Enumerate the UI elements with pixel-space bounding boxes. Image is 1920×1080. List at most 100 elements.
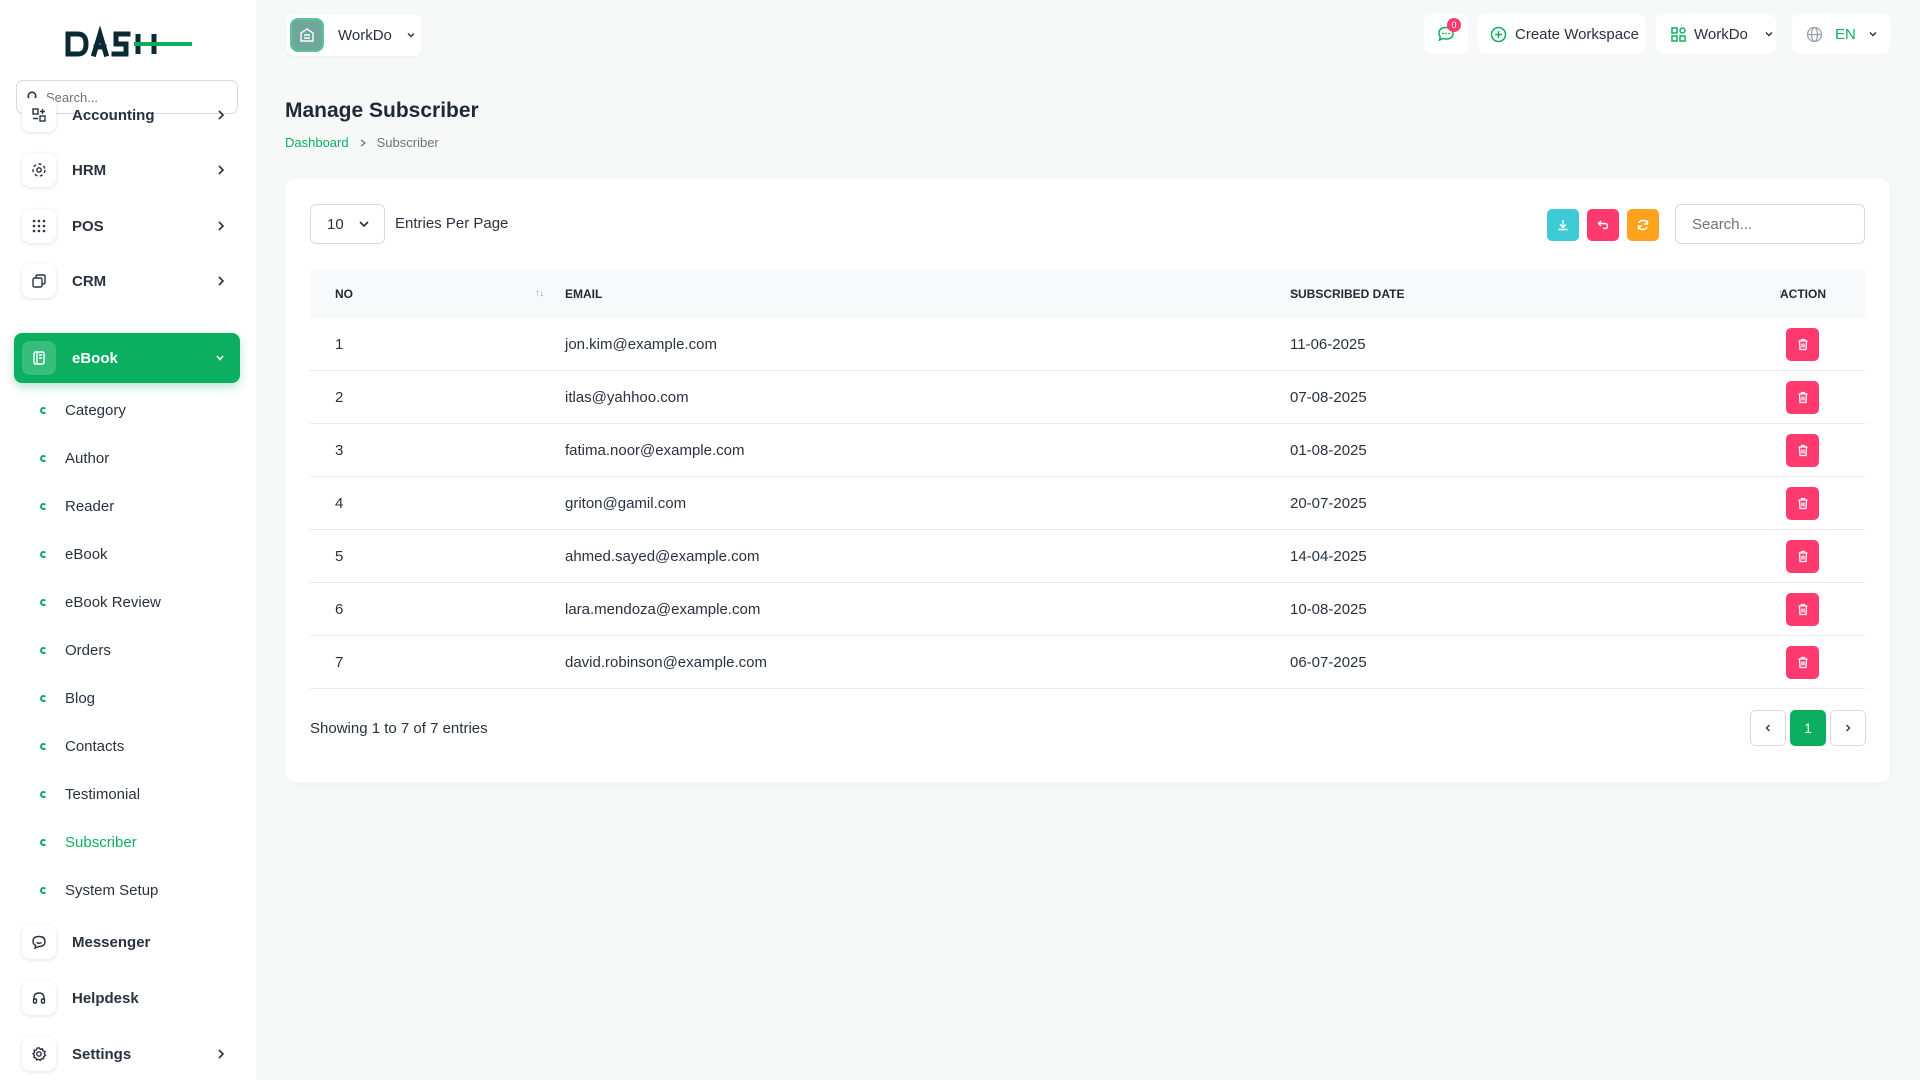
cell-email: david.robinson@example.com: [565, 636, 767, 688]
chevron-right-icon: [216, 219, 226, 233]
sidebar-subitem-system-setup[interactable]: System Setup: [40, 875, 240, 905]
sidebar-subitem-label: Testimonial: [65, 786, 140, 803]
cell-action: [1786, 530, 1819, 582]
sidebar-subitem-label: Category: [65, 402, 126, 419]
bullet-icon: [40, 503, 47, 510]
cell-subscribed-date: 20-07-2025: [1290, 477, 1367, 529]
delete-button[interactable]: [1786, 540, 1819, 573]
sidebar-subitem-label: Subscriber: [65, 834, 137, 851]
delete-button[interactable]: [1786, 381, 1819, 414]
trash-icon: [1797, 444, 1809, 457]
cell-email: jon.kim@example.com: [565, 318, 717, 370]
entries-per-page-select[interactable]: 10: [310, 204, 385, 244]
workspace-logo: [290, 18, 324, 52]
page-title: Manage Subscriber: [285, 99, 479, 123]
table-row: 7david.robinson@example.com06-07-2025: [310, 636, 1865, 689]
sidebar-subitem-label: Reader: [65, 498, 114, 515]
ebook-icon: [22, 341, 56, 375]
download-icon: [1556, 218, 1570, 232]
pagination-next-button[interactable]: [1830, 710, 1866, 746]
sidebar-subitem-category[interactable]: Category: [40, 395, 240, 425]
language-selector[interactable]: EN: [1792, 14, 1890, 54]
breadcrumb-current: Subscriber: [377, 135, 439, 150]
cell-email: itlas@yahhoo.com: [565, 371, 689, 423]
sidebar-subitem-subscriber[interactable]: Subscriber: [40, 827, 240, 857]
workspace-menu[interactable]: WorkDo: [1656, 14, 1776, 54]
pagination-prev-button[interactable]: [1750, 710, 1786, 746]
delete-button[interactable]: [1786, 434, 1819, 467]
table-row: 1jon.kim@example.com11-06-2025: [310, 318, 1865, 371]
delete-button[interactable]: [1786, 593, 1819, 626]
cell-email: griton@gamil.com: [565, 477, 686, 529]
sort-icon[interactable]: ↑↓: [535, 288, 543, 299]
sidebar-subitem-ebook[interactable]: eBook: [40, 539, 240, 569]
pagination-info: Showing 1 to 7 of 7 entries: [310, 720, 488, 737]
reset-button[interactable]: [1587, 209, 1619, 241]
bullet-icon: [40, 743, 47, 750]
dash-logo[interactable]: [64, 26, 194, 62]
sidebar-item-pos[interactable]: POS: [14, 201, 240, 251]
chevron-right-icon: [216, 274, 226, 288]
delete-button[interactable]: [1786, 646, 1819, 679]
trash-icon: [1797, 550, 1809, 563]
subscriber-table: NO ↑↓ EMAIL ↑↓ SUBSCRIBED DATE ↑↓ ACTION…: [310, 270, 1865, 689]
cell-action: [1786, 583, 1819, 635]
workspace-switcher[interactable]: WorkDo: [286, 14, 422, 56]
table-search-input[interactable]: [1675, 204, 1865, 244]
cell-action: [1786, 424, 1819, 476]
cell-action: [1786, 477, 1819, 529]
table-row: 5ahmed.sayed@example.com14-04-2025: [310, 530, 1865, 583]
sidebar-subitem-label: Contacts: [65, 738, 124, 755]
sidebar-subitem-blog[interactable]: Blog: [40, 683, 240, 713]
refresh-icon: [1636, 218, 1650, 232]
delete-button[interactable]: [1786, 487, 1819, 520]
sidebar-item-helpdesk[interactable]: Helpdesk: [14, 973, 240, 1023]
sidebar-subitem-testimonial[interactable]: Testimonial: [40, 779, 240, 809]
chevron-right-icon: [216, 1047, 226, 1061]
hrm-icon: [22, 153, 56, 187]
trash-icon: [1797, 603, 1809, 616]
sidebar-item-label: HRM: [72, 162, 216, 179]
sidebar-subitem-author[interactable]: Author: [40, 443, 240, 473]
create-workspace-button[interactable]: Create Workspace: [1478, 14, 1646, 54]
notifications-button[interactable]: 0: [1424, 14, 1468, 54]
column-header-email[interactable]: EMAIL: [565, 270, 602, 318]
sidebar-subitem-contacts[interactable]: Contacts: [40, 731, 240, 761]
sidebar-subitem-orders[interactable]: Orders: [40, 635, 240, 665]
sidebar-subitem-reader[interactable]: Reader: [40, 491, 240, 521]
sidebar-item-crm[interactable]: CRM: [14, 256, 240, 306]
accounting-icon: [22, 98, 56, 132]
delete-button[interactable]: [1786, 328, 1819, 361]
cell-no: 1: [335, 318, 343, 370]
pagination-page-1[interactable]: 1: [1790, 710, 1826, 746]
reload-button[interactable]: [1627, 209, 1659, 241]
messenger-icon: [22, 925, 56, 959]
column-header-subscribed-date[interactable]: SUBSCRIBED DATE: [1290, 270, 1404, 318]
column-header-no[interactable]: NO: [335, 270, 353, 318]
trash-icon: [1797, 656, 1809, 669]
sidebar-item-accounting[interactable]: Accounting: [14, 90, 240, 140]
sidebar-item-hrm[interactable]: HRM: [14, 145, 240, 195]
table-body: 1jon.kim@example.com11-06-20252itlas@yah…: [310, 318, 1865, 689]
trash-icon: [1797, 391, 1809, 404]
bullet-icon: [40, 599, 47, 606]
chevron-right-icon: [216, 108, 226, 122]
cell-action: [1786, 371, 1819, 423]
sidebar-item-messenger[interactable]: Messenger: [14, 917, 240, 967]
table-header: NO ↑↓ EMAIL ↑↓ SUBSCRIBED DATE ↑↓ ACTION: [310, 270, 1865, 318]
sidebar-item-label: POS: [72, 218, 216, 235]
cell-email: fatima.noor@example.com: [565, 424, 744, 476]
plus-circle-icon: [1490, 26, 1507, 43]
cell-subscribed-date: 01-08-2025: [1290, 424, 1367, 476]
entries-per-page-value: 10: [327, 216, 344, 233]
breadcrumb-dashboard-link[interactable]: Dashboard: [285, 135, 349, 150]
export-button[interactable]: [1547, 209, 1579, 241]
chevron-down-icon: [1764, 29, 1774, 39]
sidebar-item-ebook[interactable]: eBook: [14, 333, 240, 383]
sidebar-item-label: Helpdesk: [72, 990, 240, 1007]
notification-badge: 0: [1447, 18, 1461, 32]
sidebar-subitem-ebook-review[interactable]: eBook Review: [40, 587, 240, 617]
bullet-icon: [40, 695, 47, 702]
table-row: 4griton@gamil.com20-07-2025: [310, 477, 1865, 530]
sidebar-item-settings[interactable]: Settings: [14, 1029, 240, 1079]
